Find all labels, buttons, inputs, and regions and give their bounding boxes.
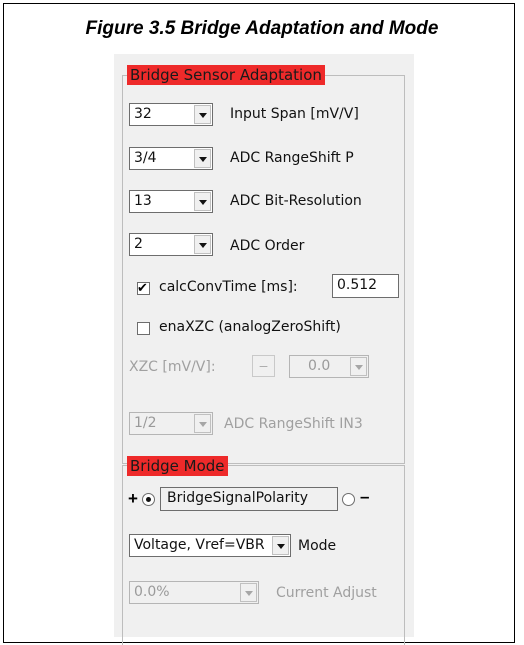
adc-rangeshift-in3-label: ADC RangeShift IN3 [224,416,363,432]
chevron-down-icon[interactable] [194,414,211,433]
xzc-select[interactable]: 0.0 [289,355,369,378]
mode-select[interactable]: Voltage, Vref=VBR [129,534,291,557]
bridge-signal-polarity-box: BridgeSignalPolarity [160,487,338,511]
adc-order-select[interactable]: 2 [129,233,213,256]
adc-bit-resolution-value: 13 [134,193,152,209]
chevron-down-icon[interactable] [272,536,289,555]
adc-rangeshift-p-value: 3/4 [134,150,157,166]
bridge-sensor-adaptation-group [122,75,405,464]
polarity-plus-radio[interactable] [142,493,155,506]
chevron-down-icon[interactable] [194,235,211,254]
bridge-mode-legend: Bridge Mode [127,456,228,476]
adc-bit-resolution-label: ADC Bit-Resolution [230,193,362,209]
current-adjust-value: 0.0% [134,584,170,600]
plus-sign: + [128,489,138,508]
bridge-sensor-adaptation-legend: Bridge Sensor Adaptation [127,65,325,85]
input-span-select[interactable]: 32 [129,103,213,126]
radio-dot-icon [146,497,151,502]
settings-panel: Bridge Sensor Adaptation 32 Input Span [… [114,54,414,645]
figure-title: Figure 3.5 Bridge Adaptation and Mode [85,18,439,39]
adc-rangeshift-in3-value: 1/2 [134,415,157,431]
adc-bit-resolution-select[interactable]: 13 [129,190,213,213]
calc-conv-time-label: calcConvTime [ms]: [159,279,298,295]
ena-xzc-label: enaXZC (analogZeroShift) [159,319,341,335]
adc-order-label: ADC Order [230,238,305,254]
calc-conv-time-checkbox[interactable]: ✔ [137,280,150,295]
xzc-decrement-button[interactable]: – [252,355,275,377]
chevron-down-icon[interactable] [194,192,211,211]
chevron-down-icon[interactable] [240,583,257,602]
adc-rangeshift-in3-select[interactable]: 1/2 [129,412,213,435]
xzc-label: XZC [mV/V]: [129,359,216,375]
chevron-down-icon[interactable] [194,105,211,124]
adc-rangeshift-p-select[interactable]: 3/4 [129,147,213,170]
bridge-signal-polarity-label: BridgeSignalPolarity [167,490,309,506]
mode-label: Mode [298,538,337,554]
mode-value: Voltage, Vref=VBR [134,537,265,553]
current-adjust-select[interactable]: 0.0% [129,581,259,604]
chevron-down-icon[interactable] [194,149,211,168]
input-span-value: 32 [134,106,152,122]
checkmark-icon: ✔ [137,280,148,295]
ena-xzc-checkbox[interactable] [137,322,150,335]
chevron-down-icon[interactable] [350,357,367,376]
polarity-minus-radio[interactable] [342,493,355,506]
input-span-label: Input Span [mV/V] [230,106,359,122]
adc-order-value: 2 [134,236,143,252]
calc-conv-time-field[interactable]: 0.512 [332,274,399,298]
xzc-value: 0.0 [308,358,331,374]
calc-conv-time-value: 0.512 [337,277,378,293]
minus-sign: – [360,487,370,506]
current-adjust-label: Current Adjust [276,585,377,601]
adc-rangeshift-p-label: ADC RangeShift P [230,150,354,166]
